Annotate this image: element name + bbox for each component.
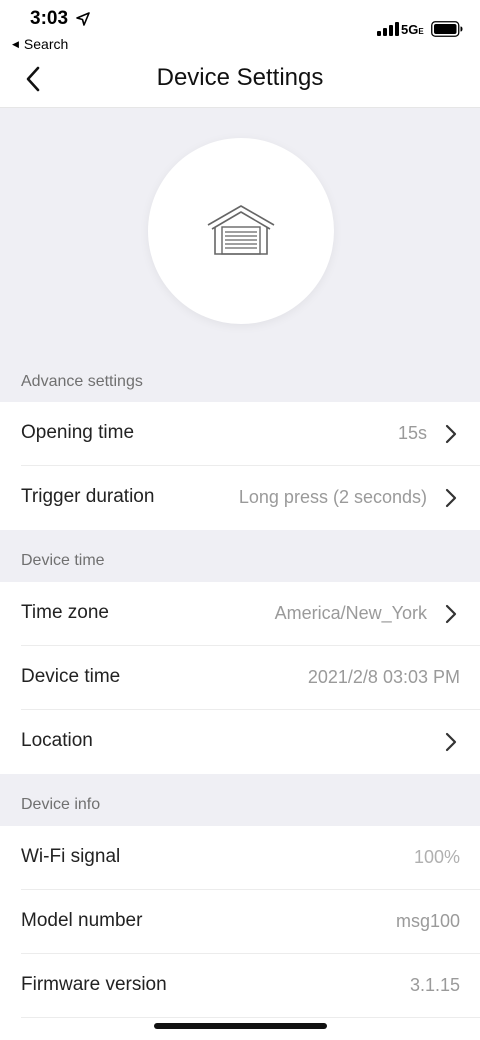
chevron-right-icon — [445, 604, 457, 624]
device-time-label: Device time — [21, 666, 121, 687]
device-hero — [0, 108, 480, 365]
chevron-left-icon — [26, 66, 40, 92]
location-arrow-icon — [76, 12, 90, 26]
time-zone-label: Time zone — [21, 602, 109, 623]
model-number-value: msg100 — [395, 911, 460, 931]
firmware-version-label: Firmware version — [21, 974, 167, 995]
opening-time-label: Opening time — [21, 422, 135, 443]
section-title: Device time — [21, 552, 105, 569]
row-divider — [21, 1017, 480, 1018]
back-button[interactable] — [18, 64, 48, 94]
section-header-device-info: Device info — [0, 774, 480, 826]
section-header-advance-settings: Advance settings — [0, 365, 480, 402]
time-zone-row[interactable]: Time zone America/New_York — [0, 582, 480, 646]
section-title: Advance settings — [21, 373, 143, 390]
wifi-signal-row: Wi-Fi signal 100% — [0, 826, 480, 890]
back-to-search-label: Search — [23, 36, 69, 52]
battery-icon — [431, 21, 463, 37]
location-label: Location — [21, 730, 93, 751]
navigation-bar: Device Settings — [0, 56, 480, 108]
network-type: 5GE — [401, 22, 424, 37]
trigger-duration-label: Trigger duration — [21, 486, 155, 507]
time-zone-value: America/New_York — [274, 603, 427, 623]
trigger-duration-row[interactable]: Trigger duration Long press (2 seconds) — [0, 466, 480, 530]
section-header-device-time: Device time — [0, 530, 480, 582]
section-title: Device info — [21, 796, 101, 813]
device-time-row: Device time 2021/2/8 03:03 PM — [0, 646, 480, 710]
wifi-signal-value: 100% — [413, 847, 460, 867]
status-time: 3:03 — [30, 8, 69, 29]
back-triangle-icon: ◀ — [12, 38, 19, 49]
model-number-row: Model number msg100 — [0, 890, 480, 954]
network-type-suffix: E — [418, 27, 424, 36]
firmware-version-value: 3.1.15 — [409, 975, 460, 995]
network-type-label: 5G — [401, 22, 419, 37]
status-bar: 3:03 ◀ Search 5GE — [0, 0, 480, 56]
home-indicator[interactable] — [154, 1023, 327, 1029]
trigger-duration-value: Long press (2 seconds) — [238, 487, 427, 507]
cellular-signal-icon — [377, 22, 399, 36]
chevron-right-icon — [445, 488, 457, 508]
chevron-right-icon — [445, 424, 457, 444]
garage-icon — [207, 205, 275, 255]
page-title: Device Settings — [156, 64, 324, 91]
back-to-search-link[interactable]: ◀ Search — [12, 36, 68, 52]
chevron-right-icon — [445, 732, 457, 752]
model-number-label: Model number — [21, 910, 143, 931]
opening-time-value: 15s — [397, 423, 427, 443]
device-image — [148, 138, 334, 324]
opening-time-row[interactable]: Opening time 15s — [0, 402, 480, 466]
wifi-signal-label: Wi-Fi signal — [21, 846, 121, 867]
location-row[interactable]: Location — [0, 710, 480, 774]
device-time-value: 2021/2/8 03:03 PM — [307, 667, 460, 687]
